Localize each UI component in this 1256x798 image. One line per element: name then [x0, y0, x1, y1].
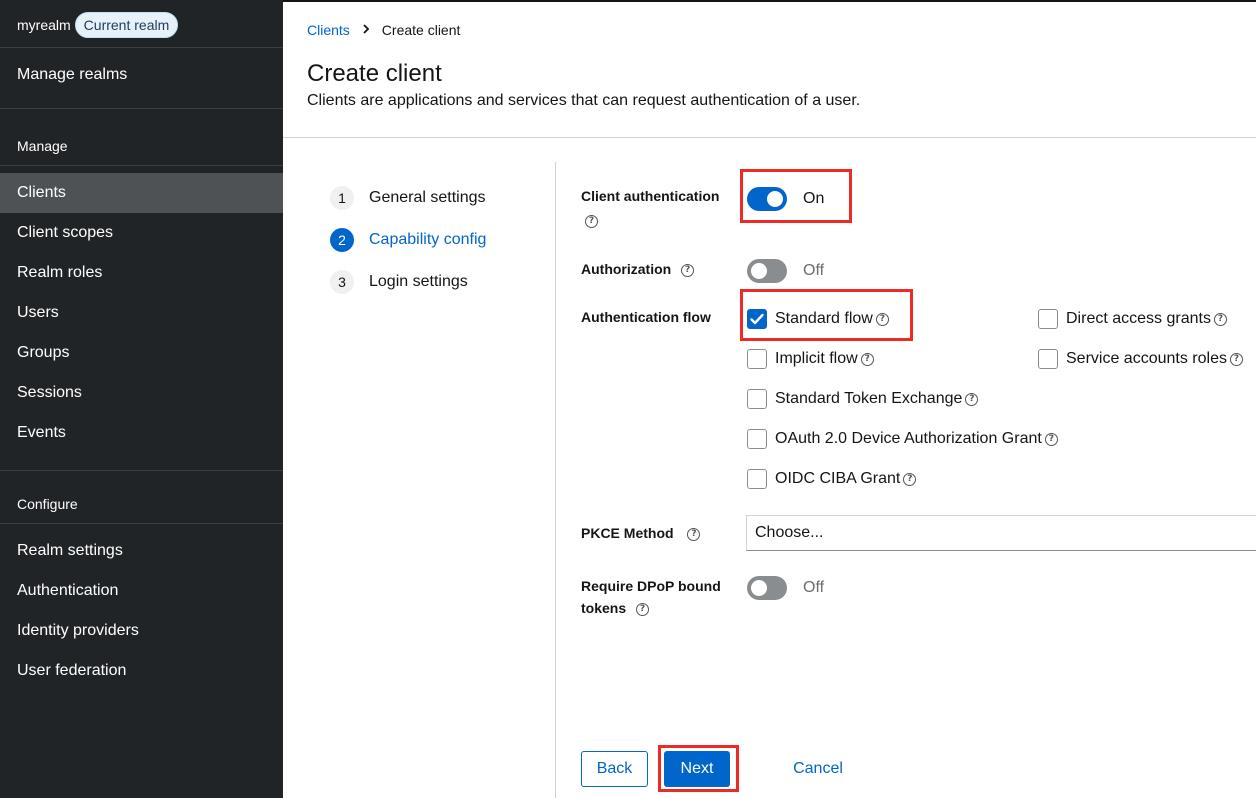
help-circle-icon[interactable]: ? [1229, 352, 1243, 366]
help-circle-icon[interactable]: ? [687, 527, 701, 541]
wizard-step-label: Login settings [369, 273, 468, 290]
wizard-step-number: 2 [330, 228, 354, 252]
oidc-ciba-grant-label: OIDC CIBA Grant [775, 470, 901, 487]
chevron-right-icon [362, 23, 370, 37]
sidebar-item-authentication[interactable]: Authentication [0, 571, 283, 611]
sidebar-item-identity-providers[interactable]: Identity providers [0, 611, 283, 651]
page-title: Create client [307, 60, 442, 87]
service-accounts-roles-label: Service accounts roles [1066, 350, 1227, 367]
toggle-knob [751, 580, 767, 596]
sidebar: myrealm Current realm Manage realms Mana… [0, 0, 283, 798]
standard-flow-checkbox[interactable] [747, 309, 767, 329]
help-circle-icon[interactable]: ? [1044, 432, 1058, 446]
authorization-label: Authorization ? [581, 258, 695, 280]
standard-token-exchange-checkbox-row[interactable]: Standard Token Exchange ? [747, 388, 979, 410]
client-authentication-state: On [803, 190, 825, 207]
help-circle-icon[interactable]: ? [681, 263, 695, 277]
oidc-ciba-grant-checkbox-row[interactable]: OIDC CIBA Grant ? [747, 468, 917, 490]
client-authentication-label: Client authentication [581, 188, 720, 204]
implicit-flow-checkbox[interactable] [747, 349, 767, 369]
standard-flow-label: Standard flow [775, 310, 873, 327]
implicit-flow-checkbox-row[interactable]: Implicit flow ? [747, 348, 874, 370]
sidebar-divider [0, 470, 283, 471]
direct-access-grants-checkbox-row[interactable]: Direct access grants ? [1038, 308, 1227, 330]
oauth-device-authorization-grant-checkbox-row[interactable]: OAuth 2.0 Device Authorization Grant ? [747, 428, 1058, 450]
realm-name: myrealm [17, 17, 71, 33]
sidebar-item-events[interactable]: Events [0, 413, 283, 453]
sidebar-divider [0, 108, 283, 109]
manage-realms-link[interactable]: Manage realms [17, 66, 127, 84]
wizard-step-capability-config[interactable]: 2 Capability config [330, 227, 486, 253]
sidebar-item-clients[interactable]: Clients [0, 173, 283, 213]
standard-token-exchange-label: Standard Token Exchange [775, 390, 963, 407]
current-realm-badge: Current realm [74, 12, 179, 38]
next-button[interactable]: Next [664, 751, 730, 787]
authorization-label-text: Authorization [581, 261, 672, 277]
breadcrumb-current: Create client [381, 22, 461, 38]
help-circle-icon[interactable]: ? [585, 215, 598, 228]
header-divider [283, 137, 1256, 138]
sidebar-divider [0, 47, 283, 48]
sidebar-item-users[interactable]: Users [0, 293, 283, 333]
realm-selector[interactable]: myrealm Current realm [17, 11, 179, 39]
pkce-method-select-value: Choose... [755, 524, 824, 541]
toggle-knob [751, 263, 767, 279]
wizard-step-number: 1 [330, 186, 354, 210]
sidebar-divider [0, 165, 283, 166]
breadcrumb-clients-link[interactable]: Clients [307, 22, 350, 38]
sidebar-item-realm-roles[interactable]: Realm roles [0, 253, 283, 293]
help-circle-icon[interactable]: ? [965, 392, 979, 406]
top-border [283, 0, 1256, 2]
service-accounts-roles-checkbox-row[interactable]: Service accounts roles ? [1038, 348, 1243, 370]
wizard-step-login-settings[interactable]: 3 Login settings [330, 269, 468, 295]
oidc-ciba-grant-checkbox[interactable] [747, 469, 767, 489]
configure-section-heading: Configure [17, 496, 78, 512]
cancel-button[interactable]: Cancel [783, 751, 853, 787]
direct-access-grants-label: Direct access grants [1066, 310, 1211, 327]
wizard-divider [555, 162, 556, 798]
help-circle-icon[interactable]: ? [1213, 312, 1227, 326]
sidebar-divider [0, 523, 283, 524]
back-button[interactable]: Back [581, 751, 648, 787]
dpop-label-line2: tokens [581, 600, 627, 616]
pkce-method-label-text: PKCE Method [581, 525, 674, 541]
standard-token-exchange-checkbox[interactable] [747, 389, 767, 409]
wizard-step-number: 3 [330, 270, 354, 294]
direct-access-grants-checkbox[interactable] [1038, 309, 1058, 329]
check-icon [750, 313, 764, 325]
oauth-device-authorization-grant-checkbox[interactable] [747, 429, 767, 449]
breadcrumb: Clients Create client [307, 22, 460, 38]
wizard-step-label: General settings [369, 189, 486, 206]
help-circle-icon[interactable]: ? [903, 472, 917, 486]
standard-flow-checkbox-row[interactable]: Standard flow ? [747, 308, 889, 330]
service-accounts-roles-checkbox[interactable] [1038, 349, 1058, 369]
wizard-step-label: Capability config [369, 231, 487, 248]
page-description: Clients are applications and services th… [307, 92, 861, 109]
wizard-step-general-settings[interactable]: 1 General settings [330, 185, 486, 211]
help-circle-icon[interactable]: ? [860, 352, 874, 366]
sidebar-item-sessions[interactable]: Sessions [0, 373, 283, 413]
manage-section-heading: Manage [17, 138, 68, 154]
dpop-state: Off [803, 579, 825, 596]
sidebar-item-realm-settings[interactable]: Realm settings [0, 531, 283, 571]
help-circle-icon[interactable]: ? [636, 602, 650, 616]
help-circle-icon[interactable]: ? [875, 312, 889, 326]
authorization-toggle[interactable] [747, 259, 787, 283]
sidebar-item-client-scopes[interactable]: Client scopes [0, 213, 283, 253]
dpop-toggle[interactable] [747, 576, 787, 600]
client-authentication-toggle[interactable] [747, 187, 787, 211]
oauth-device-authorization-grant-label: OAuth 2.0 Device Authorization Grant [775, 430, 1042, 447]
dpop-label-line1: Require DPoP bound [581, 578, 721, 594]
pkce-method-label: PKCE Method ? [581, 522, 701, 544]
main-content: Clients Create client Create client Clie… [283, 0, 1256, 798]
authentication-flow-label: Authentication flow [581, 309, 711, 325]
sidebar-item-user-federation[interactable]: User federation [0, 651, 283, 691]
authorization-state: Off [803, 262, 825, 279]
pkce-method-select[interactable]: Choose... [746, 515, 1256, 551]
sidebar-item-groups[interactable]: Groups [0, 333, 283, 373]
dpop-label: Require DPoP bound tokens ? [581, 575, 721, 619]
implicit-flow-label: Implicit flow [775, 350, 858, 367]
toggle-knob [767, 191, 783, 207]
